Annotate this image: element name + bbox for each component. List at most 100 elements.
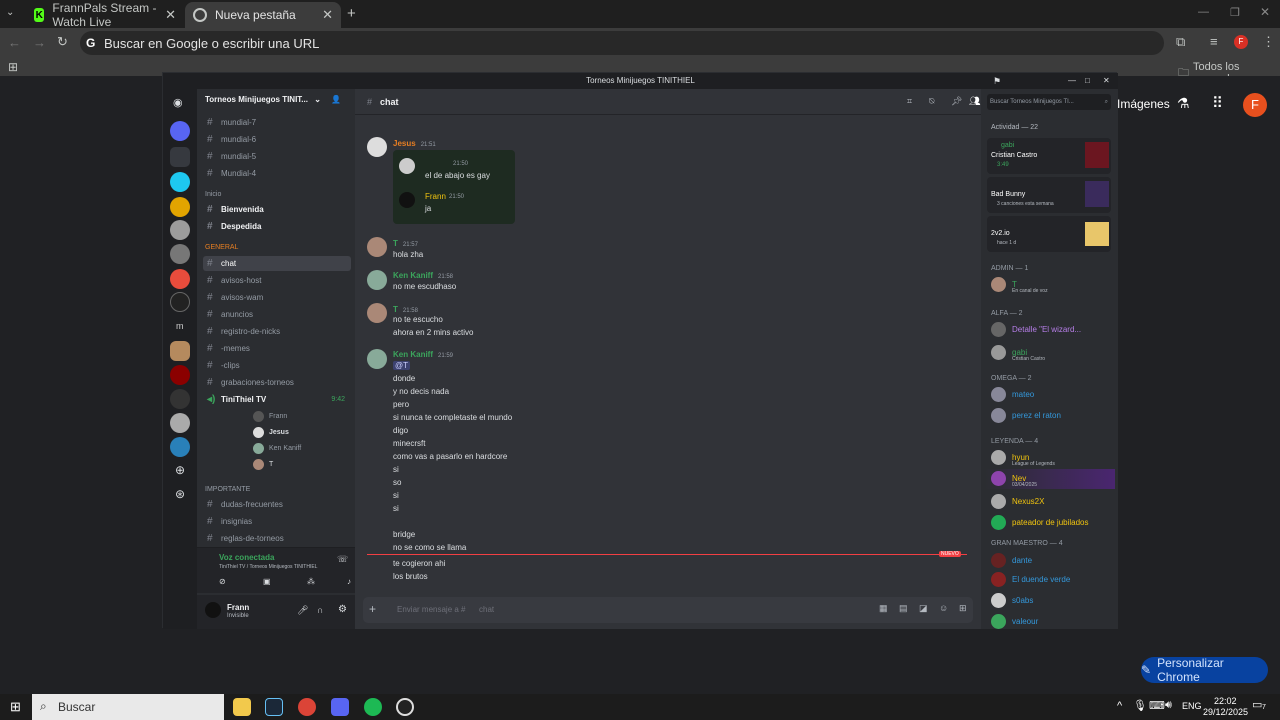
add-attachment-icon[interactable]: + [369,602,376,616]
members-icon[interactable]: 👥︎ [969,96,980,107]
activity-card[interactable]: Bad Bunny 3 canciones esta semana [987,177,1111,213]
server-icon[interactable] [170,389,190,409]
customize-chrome-button[interactable]: ✎ Personalizar Chrome [1141,656,1268,684]
images-link[interactable]: Imágenes [1117,97,1170,111]
member-item[interactable]: Nexus2X [991,494,1044,509]
extensions-icon[interactable]: ⧉ [1176,34,1185,50]
channel-avisos-host[interactable]: # avisos-host [203,273,351,288]
language-indicator[interactable]: ENG [1182,701,1202,711]
windows-start-icon[interactable]: ⊞ [10,699,21,715]
gift-icon[interactable]: ▦ [879,603,888,614]
mic-tray-icon[interactable]: 🎙︎ [1133,699,1147,712]
profile-avatar-large[interactable]: F [1243,93,1267,117]
activity-header[interactable]: Actividad — 22 [991,124,1038,131]
channel-mundial-6[interactable]: # mundial-6 [203,132,351,147]
server-icon[interactable] [170,172,190,192]
pin-icon[interactable]: 📌︎ [951,96,962,107]
add-user-icon[interactable]: 👤 [331,95,341,104]
message-author[interactable]: Ken Kaniff [393,271,433,280]
activities-icon[interactable]: ⁂ [307,577,315,586]
category-inicio[interactable]: Inicio [205,191,221,198]
soundboard-icon[interactable]: ♪ [347,577,351,586]
avatar[interactable] [367,237,387,257]
member-item[interactable]: mateo [991,387,1034,402]
screenshare-icon[interactable]: ▣ [263,577,271,586]
tray-chevron-icon[interactable]: ^ [1117,700,1122,712]
discord-icon[interactable] [331,698,349,716]
avatar[interactable] [367,349,387,369]
user-mention[interactable]: @T [393,361,411,370]
headphones-icon[interactable]: ∩ [317,605,323,615]
server-icon[interactable] [170,292,190,312]
tab-search-button[interactable]: ⌄ [6,7,20,21]
tab-new-tab[interactable]: Nueva pestaña ✕ [185,2,341,28]
camera-off-icon[interactable]: ⊘ [219,577,226,586]
forward-icon[interactable]: → [33,35,46,50]
voice-user[interactable]: Jesus [253,427,289,438]
message-input[interactable]: + Enviar mensaje a # chat ▦ ▤ ◪ ☺ ⊞ [363,597,973,623]
google-apps-icon[interactable]: ⠿ [1212,94,1223,112]
channel-grabaciones-torneos[interactable]: # grabaciones-torneos [203,375,351,390]
file-explorer-icon[interactable] [233,698,251,716]
member-item[interactable]: dante [991,553,1032,568]
close-icon[interactable]: ✕ [165,7,176,23]
gif-icon[interactable]: ▤ [899,603,908,614]
reload-icon[interactable]: ↻ [57,34,68,50]
new-tab-button[interactable]: + [347,5,356,22]
channel-mundial-5[interactable]: # mundial-5 [203,149,351,164]
channel-chat[interactable]: # chat [203,256,351,271]
tab-frannpals[interactable]: K FrannPals Stream - Watch Live ✕ [26,1,184,29]
category-general[interactable]: GENERAL [205,244,238,251]
voice-user[interactable]: T [253,459,273,470]
member-item[interactable]: s0abs [991,593,1033,608]
maximize-button[interactable]: ❐ [1230,6,1240,19]
chrome-icon[interactable] [298,698,316,716]
labs-icon[interactable]: ⚗ [1177,95,1190,112]
message-author[interactable]: Ken Kaniff [393,350,433,359]
channel-registro-de-nicks[interactable]: # registro-de-nicks [203,324,351,339]
activity-card[interactable]: gabi Cristian Castro 3:49 [987,138,1111,174]
avatar[interactable] [367,303,387,323]
disconnect-icon[interactable]: ☏ [337,554,348,565]
channel-reglas-de-torneos[interactable]: # reglas-de-torneos [203,531,351,546]
server-icon[interactable] [170,365,190,385]
media-icon[interactable]: ≡ [1210,34,1218,49]
server-icon[interactable] [170,269,190,289]
mic-icon[interactable]: 🎤︎ [297,605,308,616]
message-author[interactable]: T [393,239,398,248]
voice-status[interactable]: Voz conectada [219,553,274,562]
server-icon[interactable] [170,437,190,457]
spotify-icon[interactable] [364,698,382,716]
message-author[interactable]: T [393,305,398,314]
member-item[interactable]: pateador de jubilados [991,515,1089,530]
close-button[interactable]: ✕ [1103,73,1110,89]
discover-icon[interactable]: ⊛ [175,487,185,501]
voice-user[interactable]: Frann [253,411,287,422]
taskbar-search[interactable]: ⌕ Buscar [32,694,224,720]
menu-icon[interactable]: ⋮ [1262,34,1275,50]
inbox-icon[interactable]: ⚑ [993,73,1001,89]
server-icon[interactable]: m [176,321,184,331]
member-item[interactable]: El duende verde [991,572,1070,587]
omnibox[interactable]: G Buscar en Google o escribir una URL [80,31,1164,55]
network-icon[interactable]: ⌨ [1149,699,1165,712]
profile-avatar[interactable]: F [1234,35,1248,49]
avatar[interactable] [205,602,221,618]
server-folder-icon[interactable] [170,147,190,167]
threads-icon[interactable]: ⌗ [907,96,912,107]
activity-card[interactable]: 2v2.io hace 1 d [987,216,1111,252]
emoji-icon[interactable]: ☺ [939,603,948,613]
notification-icon[interactable]: ▭ [1252,698,1262,711]
back-icon[interactable]: ← [8,35,21,50]
clock-date[interactable]: 29/12/2025 [1203,707,1248,717]
steam-icon[interactable] [265,698,283,716]
apps-icon[interactable]: ⊞ [8,60,18,74]
server-icon[interactable] [170,220,190,240]
channel-bienvenida[interactable]: # Bienvenida [203,202,351,217]
server-icon[interactable] [170,121,190,141]
channel-avisos-wam[interactable]: # avisos-wam [203,290,351,305]
settings-gear-icon[interactable]: ⚙ [338,604,347,615]
channel-memes[interactable]: # -memes [203,341,351,356]
apps-icon[interactable]: ⊞ [959,603,967,614]
close-icon[interactable]: ✕ [322,7,333,23]
